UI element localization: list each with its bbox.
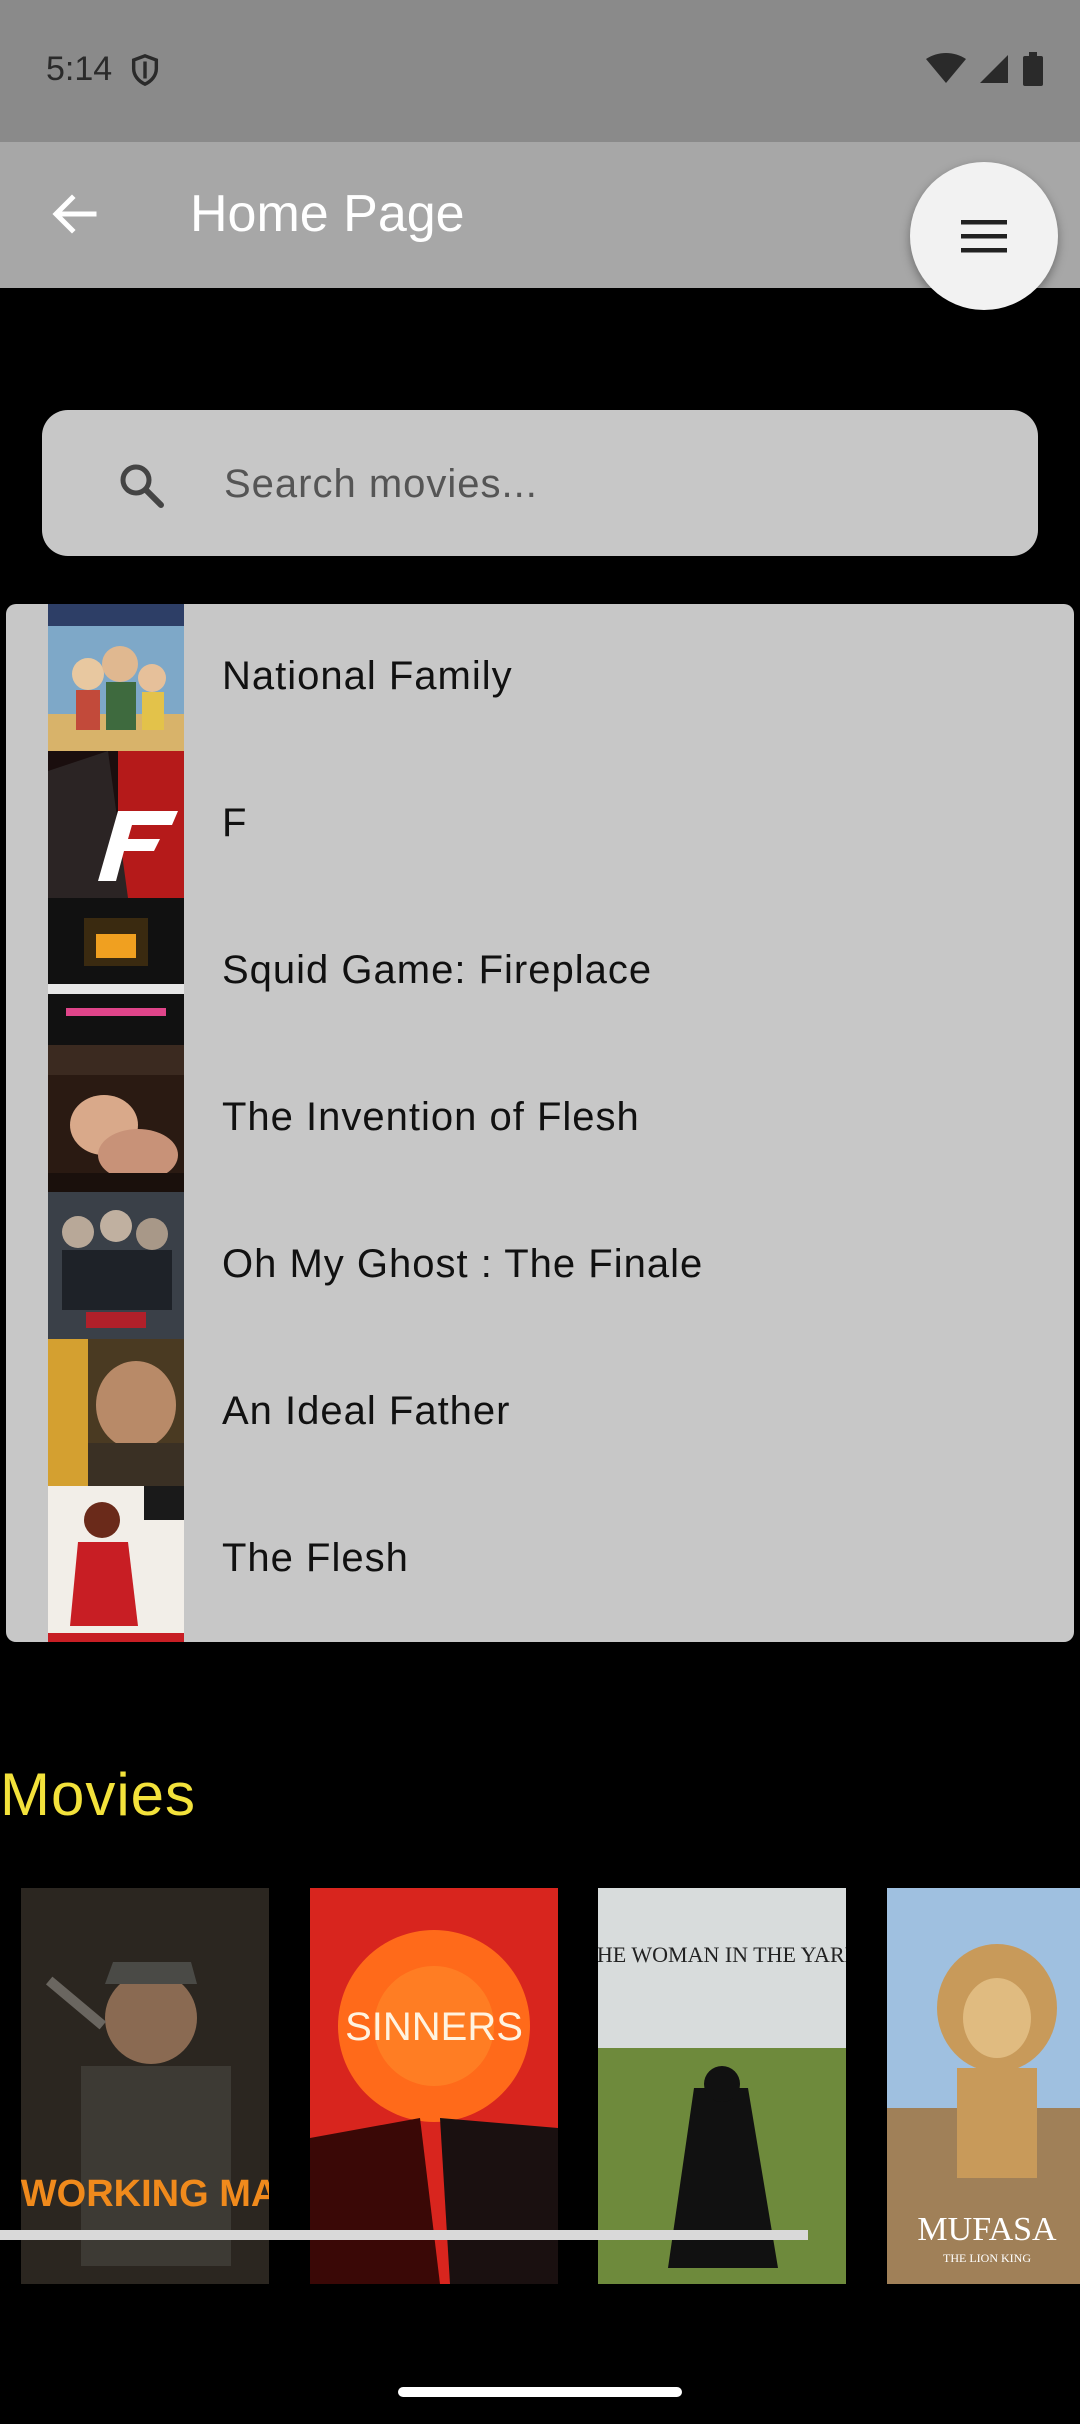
page-title: Home Page bbox=[190, 185, 465, 243]
menu-button[interactable] bbox=[910, 162, 1058, 310]
search-results-list: National Family F Squid Game: Fireplace bbox=[6, 604, 1074, 1642]
movie-poster-image: MUFASA THE LION KING bbox=[887, 1888, 1080, 2284]
movie-thumbnail bbox=[48, 1486, 184, 1633]
arrow-left-icon bbox=[52, 194, 97, 234]
movie-poster-image: THE WOMAN IN THE YARD bbox=[598, 1888, 846, 2284]
horizontal-scrollbar[interactable] bbox=[0, 2230, 808, 2240]
result-title: National Family bbox=[222, 654, 513, 698]
result-title: An Ideal Father bbox=[222, 1389, 511, 1433]
list-item[interactable] bbox=[6, 1633, 1074, 1642]
result-title: Squid Game: Fireplace bbox=[222, 948, 653, 992]
result-title: Oh My Ghost : The Finale bbox=[222, 1242, 704, 1286]
search-input[interactable] bbox=[222, 450, 1006, 518]
poster-caption: THE WOMAN IN THE YARD bbox=[598, 1942, 846, 1967]
list-item[interactable]: The Invention of Flesh bbox=[6, 1045, 1074, 1192]
signal-icon bbox=[980, 55, 1008, 83]
movie-poster-image: A WORKING MAN bbox=[21, 1888, 269, 2284]
poster-caption: A WORKING MAN bbox=[21, 2173, 269, 2215]
movie-thumbnail bbox=[48, 898, 184, 1045]
poster-subcaption: THE LION KING bbox=[943, 2251, 1031, 2265]
movie-poster[interactable]: A WORKING MAN bbox=[21, 1888, 269, 2284]
status-bar: 5:14 bbox=[0, 0, 1080, 142]
poster-caption: SINNERS bbox=[345, 2005, 523, 2049]
home-indicator[interactable] bbox=[398, 2387, 682, 2397]
poster-caption: MUFASA bbox=[917, 2211, 1057, 2248]
result-title: The Invention of Flesh bbox=[222, 1095, 640, 1139]
hamburger-menu-icon bbox=[961, 220, 1007, 253]
list-item[interactable]: Oh My Ghost : The Finale bbox=[6, 1192, 1074, 1339]
movie-poster[interactable]: SINNERS bbox=[310, 1888, 558, 2284]
wifi-icon bbox=[926, 53, 966, 83]
result-title: The Flesh bbox=[222, 1536, 409, 1580]
movie-thumbnail bbox=[48, 1045, 184, 1192]
movie-thumbnail bbox=[48, 751, 184, 898]
shield-icon bbox=[131, 54, 159, 87]
movie-poster[interactable]: MUFASA THE LION KING bbox=[887, 1888, 1080, 2284]
search-bar[interactable] bbox=[42, 410, 1038, 556]
status-time: 5:14 bbox=[46, 50, 113, 88]
result-title: F bbox=[222, 801, 248, 845]
screen: 5:14 Home Page Search movies... National… bbox=[0, 0, 1080, 2424]
movie-thumbnail bbox=[48, 1633, 184, 1642]
section-title-movies: Movies bbox=[0, 1761, 197, 1828]
list-item[interactable]: Squid Game: Fireplace bbox=[6, 898, 1074, 1045]
back-button[interactable] bbox=[42, 182, 106, 246]
search-icon bbox=[120, 464, 164, 508]
movie-thumbnail bbox=[48, 1192, 184, 1339]
movie-poster-image: SINNERS bbox=[310, 1888, 558, 2284]
movie-poster[interactable]: THE WOMAN IN THE YARD bbox=[598, 1888, 846, 2284]
status-icons bbox=[926, 52, 1044, 86]
list-item[interactable]: National Family bbox=[6, 604, 1074, 751]
movie-thumbnail bbox=[48, 604, 184, 751]
battery-icon bbox=[1023, 52, 1043, 86]
list-item[interactable]: An Ideal Father bbox=[6, 1339, 1074, 1486]
movie-thumbnail bbox=[48, 1339, 184, 1486]
list-item[interactable]: F bbox=[6, 751, 1074, 898]
list-item[interactable]: The Flesh bbox=[6, 1486, 1074, 1633]
